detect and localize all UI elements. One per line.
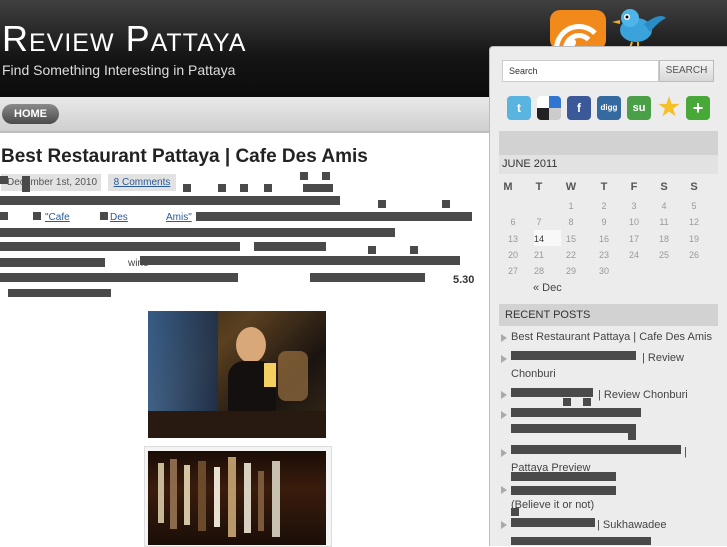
nav-home-button[interactable]: HOME — [2, 104, 59, 124]
calendar-day: 10 — [628, 217, 639, 227]
calendar-day: 9 — [601, 217, 607, 227]
bullet-arrow-icon — [501, 449, 507, 457]
calendar-day: 5 — [691, 201, 697, 211]
twitter-icon[interactable]: t — [507, 96, 531, 120]
site-tagline: Find Something Interesting in Pattaya — [2, 62, 236, 78]
calendar-day: 29 — [565, 266, 576, 276]
post-date: December 1st, 2010 — [1, 174, 101, 191]
digg-icon[interactable]: digg — [597, 96, 621, 120]
calendar-weekday: T — [535, 181, 543, 193]
calendar-day: 21 — [533, 250, 544, 260]
calendar-day: 7 — [536, 217, 542, 227]
rss-feed-icon[interactable] — [550, 10, 606, 50]
recent-post-separator: | — [684, 446, 687, 458]
calendar-day: 1 — [568, 201, 574, 211]
calendar-day: 12 — [688, 217, 699, 227]
calendar-day: 2 — [601, 201, 607, 211]
calendar-header-bar — [499, 131, 718, 155]
search-button[interactable]: SEARCH — [659, 60, 714, 82]
search-placeholder: Search — [509, 66, 538, 76]
calendar-day: 18 — [658, 234, 669, 244]
recent-post-link[interactable]: Best Restaurant Pattaya | Cafe Des Amis — [511, 331, 712, 343]
main-nav-bar: HOME — [0, 97, 489, 133]
bullet-arrow-icon — [501, 521, 507, 529]
post-title[interactable]: Best Restaurant Pattaya | Cafe Des Amis — [1, 146, 368, 168]
add-plus-icon[interactable]: + — [686, 96, 710, 120]
calendar-day: 4 — [661, 201, 667, 211]
calendar-day: 8 — [568, 217, 574, 227]
calendar-day: 26 — [688, 250, 699, 260]
calendar-day: 22 — [565, 250, 576, 260]
bullet-arrow-icon — [501, 355, 507, 363]
calendar-day-today: 14 — [533, 234, 544, 244]
recent-post-link[interactable]: | Review — [642, 352, 684, 364]
restaurant-photo-people[interactable] — [148, 311, 326, 438]
calendar-day: 25 — [658, 250, 669, 260]
bullet-arrow-icon — [501, 411, 507, 419]
recent-post-link[interactable]: | Review Chonburi — [598, 389, 688, 401]
calendar-day: 15 — [565, 234, 576, 244]
post-link-des[interactable]: Des — [110, 212, 128, 223]
calendar-day: 28 — [533, 266, 544, 276]
calendar-weekday: S — [690, 181, 698, 193]
favorite-star-icon[interactable]: ★ — [657, 96, 681, 120]
post-link-cafe[interactable]: "Cafe — [45, 212, 70, 223]
delicious-icon[interactable] — [537, 96, 561, 120]
twitter-bird-icon[interactable] — [608, 8, 668, 50]
recent-post-link-cont[interactable]: Chonburi — [511, 368, 556, 380]
post-price: 5.30 — [453, 274, 475, 286]
calendar-day: 3 — [631, 201, 637, 211]
stumbleupon-icon[interactable]: su — [627, 96, 651, 120]
calendar-weekday: T — [600, 181, 608, 193]
site-title[interactable]: Review Pattaya — [2, 18, 246, 60]
bullet-arrow-icon — [501, 486, 507, 494]
calendar-weekday: M — [503, 181, 513, 193]
calendar-month: JUNE 2011 — [499, 155, 718, 174]
calendar-weekday: W — [565, 181, 577, 193]
calendar-day: 16 — [598, 234, 609, 244]
facebook-icon[interactable]: f — [567, 96, 591, 120]
calendar-day: 11 — [659, 217, 669, 227]
calendar-day: 30 — [598, 266, 609, 276]
restaurant-photo-bottles[interactable] — [148, 451, 326, 545]
recent-posts-heading: RECENT POSTS — [499, 304, 718, 326]
calendar-weekday: F — [630, 181, 638, 193]
calendar-day: 24 — [628, 250, 639, 260]
search-input[interactable]: Search — [502, 60, 659, 82]
calendar-day: 19 — [688, 234, 699, 244]
post-link-amis[interactable]: Amis" — [166, 212, 192, 223]
recent-post-link-cont[interactable]: (Believe it or not) — [511, 499, 594, 511]
calendar-prev-link[interactable]: « Dec — [533, 282, 562, 294]
calendar-day: 17 — [628, 234, 639, 244]
bullet-arrow-icon — [501, 334, 507, 342]
calendar-day: 23 — [598, 250, 609, 260]
post-comments-link[interactable]: 8 Comments — [108, 174, 176, 191]
calendar-weekday: S — [660, 181, 668, 193]
bullet-arrow-icon — [501, 391, 507, 399]
recent-post-link[interactable]: | Sukhawadee — [597, 519, 667, 531]
